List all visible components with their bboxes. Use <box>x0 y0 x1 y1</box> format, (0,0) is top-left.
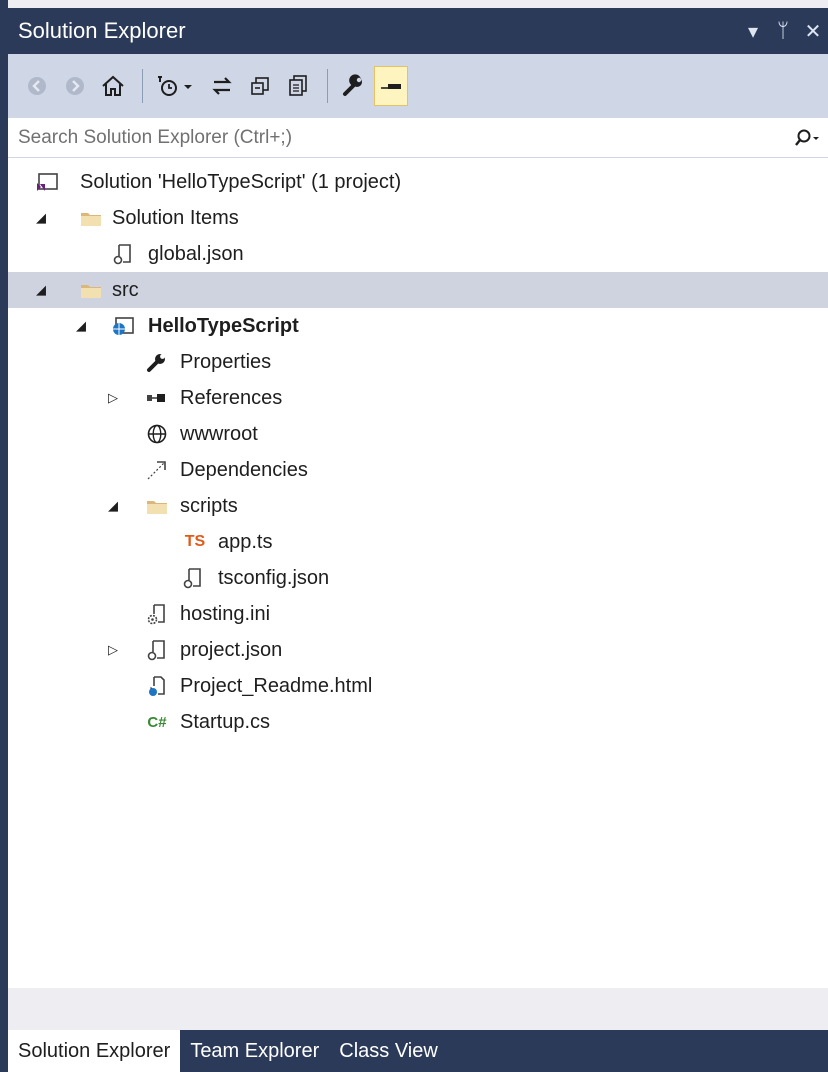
tree-item-label: src <box>112 278 139 301</box>
left-border <box>0 0 8 1072</box>
home-icon <box>102 75 124 96</box>
expand-arrow-icon[interactable]: ▷ <box>104 380 122 416</box>
tree-item-label: HelloTypeScript <box>148 314 299 337</box>
collapse-arrow-icon[interactable]: ◢ <box>32 200 50 236</box>
tree-item-global-json[interactable]: global.json <box>8 236 828 272</box>
pending-changes-filter-button[interactable] <box>151 66 201 106</box>
search-input[interactable] <box>8 118 788 157</box>
tree-item-solution-items[interactable]: ◢ Solution Items <box>8 200 828 236</box>
json-file-icon <box>110 236 136 272</box>
back-button[interactable] <box>20 66 54 106</box>
toolbar-separator <box>142 69 143 103</box>
show-all-files-button[interactable] <box>281 66 315 106</box>
wrench-icon <box>144 344 170 380</box>
web-project-icon <box>110 308 136 344</box>
folder-icon <box>78 272 104 308</box>
folder-icon <box>144 488 170 524</box>
tree-item-startup-cs[interactable]: C# Startup.cs <box>8 704 828 740</box>
tab-team-explorer[interactable]: Team Explorer <box>180 1030 329 1072</box>
toolbar <box>8 54 828 118</box>
search-bar <box>8 118 828 158</box>
tree-item-scripts[interactable]: ◢ scripts <box>8 488 828 524</box>
dependencies-icon <box>144 452 170 488</box>
preview-selected-items-button[interactable] <box>374 66 408 106</box>
csharp-file-icon: C# <box>147 713 167 731</box>
collapse-all-icon <box>251 77 269 95</box>
tree-item-label: Solution Items <box>112 206 239 229</box>
tree-item-project[interactable]: ◢ HelloTypeScript <box>8 308 828 344</box>
tab-class-view[interactable]: Class View <box>329 1030 448 1072</box>
collapse-all-button[interactable] <box>243 66 277 106</box>
tree-item-project-readme[interactable]: Project_Readme.html <box>8 668 828 704</box>
pending-changes-icon <box>158 76 192 96</box>
collapse-arrow-icon[interactable]: ◢ <box>104 488 122 524</box>
tab-solution-explorer[interactable]: Solution Explorer <box>8 1030 181 1072</box>
collapse-arrow-icon[interactable]: ◢ <box>72 308 90 344</box>
tree-item-label: References <box>180 386 283 409</box>
tree-item-label: app.ts <box>218 530 273 553</box>
search-icon[interactable] <box>788 128 828 148</box>
tree-item-dependencies[interactable]: Dependencies <box>8 452 828 488</box>
tree-item-solution[interactable]: Solution 'HelloTypeScript' (1 project) <box>8 164 828 200</box>
tree-item-references[interactable]: ▷ References <box>8 380 828 416</box>
tree-item-src[interactable]: ◢ src <box>8 272 828 308</box>
tree-item-project-json[interactable]: ▷ project.json <box>8 632 828 668</box>
references-icon <box>144 380 170 416</box>
home-button[interactable] <box>96 66 130 106</box>
sync-icon <box>212 77 232 95</box>
properties-icon <box>343 74 362 96</box>
json-file-icon <box>144 632 170 668</box>
tree-item-label: scripts <box>180 494 238 517</box>
tree-item-wwwroot[interactable]: wwwroot <box>8 416 828 452</box>
expand-arrow-icon[interactable]: ▷ <box>104 632 122 668</box>
tree-item-label: Project_Readme.html <box>180 674 373 697</box>
config-file-icon <box>144 596 170 632</box>
tree-item-label: Solution 'HelloTypeScript' (1 project) <box>80 170 402 193</box>
html-file-icon <box>144 668 170 704</box>
bottom-tab-strip: Solution Explorer Team Explorer Class Vi… <box>8 1030 828 1072</box>
tree-item-label: Startup.cs <box>180 710 271 733</box>
typescript-file-icon: TS <box>184 533 206 550</box>
tree-item-properties[interactable]: Properties <box>8 344 828 380</box>
toolbar-separator <box>327 69 328 103</box>
tree-item-label: hosting.ini <box>180 602 271 625</box>
close-icon[interactable]: ✕ <box>798 11 828 51</box>
forward-icon <box>66 77 84 95</box>
tree-item-label: project.json <box>180 638 283 661</box>
tree-item-label: global.json <box>148 242 244 265</box>
show-all-files-icon <box>289 75 307 96</box>
solution-icon <box>34 164 60 200</box>
tree-item-app-ts[interactable]: TS app.ts <box>8 524 828 560</box>
collapse-arrow-icon[interactable]: ◢ <box>32 272 50 308</box>
back-icon <box>28 77 46 95</box>
sync-with-active-document-button[interactable] <box>205 66 239 106</box>
tree-item-label: Properties <box>180 350 272 373</box>
forward-button[interactable] <box>58 66 92 106</box>
tree-item-label: tsconfig.json <box>218 566 330 589</box>
json-file-icon <box>180 560 206 596</box>
title-bar: Solution Explorer ▾ ᛘ ✕ <box>8 8 828 54</box>
window-title: Solution Explorer <box>18 18 186 43</box>
solution-tree: Solution 'HelloTypeScript' (1 project) ◢… <box>8 158 828 988</box>
tree-item-tsconfig-json[interactable]: tsconfig.json <box>8 560 828 596</box>
tree-item-hosting-ini[interactable]: hosting.ini <box>8 596 828 632</box>
folder-icon <box>78 200 104 236</box>
window-menu-dropdown-icon[interactable]: ▾ <box>738 11 768 51</box>
properties-button[interactable] <box>336 66 370 106</box>
preview-selected-icon <box>381 84 401 89</box>
pin-icon[interactable]: ᛘ <box>768 11 798 51</box>
globe-icon <box>144 416 170 452</box>
tree-item-label: wwwroot <box>180 422 258 445</box>
tree-item-label: Dependencies <box>180 458 308 481</box>
